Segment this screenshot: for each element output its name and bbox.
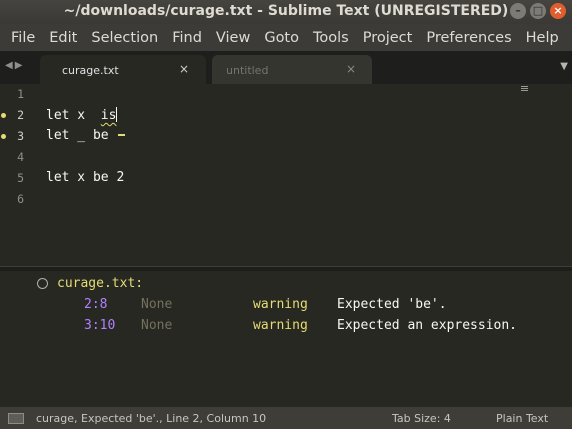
line-number: 3 <box>17 129 24 143</box>
line-number: 2 <box>17 108 24 122</box>
text-cursor <box>116 107 118 122</box>
tab-label: untitled <box>226 64 269 77</box>
tab-nav-arrows-icon[interactable]: ◀▶ <box>5 60 24 71</box>
close-icon[interactable]: × <box>550 3 566 19</box>
code-text: let x be 2 <box>46 170 125 185</box>
title-bar: ~/downloads/curage.txt - Sublime Text (U… <box>0 0 572 24</box>
line-number: 4 <box>17 150 24 164</box>
window-controls: – □ × <box>510 3 566 19</box>
editor-line[interactable]: 4 <box>0 147 572 168</box>
tab-close-icon[interactable]: × <box>346 62 356 76</box>
tab-size-indicator[interactable]: Tab Size: 4 <box>392 412 451 425</box>
lint-level: warning <box>253 297 308 312</box>
menu-file[interactable]: File <box>4 30 42 46</box>
panel-file-name[interactable]: curage.txt: <box>57 276 143 291</box>
error-marker <box>118 134 126 136</box>
menu-find[interactable]: Find <box>165 30 209 46</box>
line-code: let x is <box>46 107 118 123</box>
editor-line[interactable]: 6 <box>0 189 572 210</box>
lint-row[interactable]: 2:8 None warning Expected 'be'. <box>0 297 572 317</box>
menu-goto[interactable]: Goto <box>257 30 306 46</box>
line-number: 6 <box>17 192 24 206</box>
status-message: curage, Expected 'be'., Line 2, Column 1… <box>36 412 267 425</box>
lint-position: 2:8 <box>84 297 108 312</box>
line-code: let _ be <box>46 128 126 143</box>
syntax-indicator[interactable]: Plain Text <box>496 412 548 425</box>
tab-curage[interactable]: curage.txt × <box>40 55 206 84</box>
tab-label: curage.txt <box>62 64 119 77</box>
error-squiggle: is <box>100 108 117 123</box>
tab-untitled[interactable]: untitled × <box>212 55 372 84</box>
maximize-icon[interactable]: □ <box>530 3 546 19</box>
minimize-icon[interactable]: – <box>510 3 526 19</box>
lint-message: Expected an expression. <box>337 318 518 333</box>
lint-output-panel: curage.txt: 2:8 None warning Expected 'b… <box>0 271 572 407</box>
editor-line[interactable]: 2 let x is <box>0 105 572 126</box>
menu-edit[interactable]: Edit <box>42 30 84 46</box>
editor-line[interactable]: 3 let _ be <box>0 126 572 147</box>
code-text: let _ be <box>46 128 117 143</box>
menu-tools[interactable]: Tools <box>306 30 356 46</box>
lint-row[interactable]: 3:10 None warning Expected an expression… <box>0 318 572 338</box>
menu-project[interactable]: Project <box>356 30 420 46</box>
status-bar: curage, Expected 'be'., Line 2, Column 1… <box>0 407 572 429</box>
editor-line[interactable]: 5 let x be 2 <box>0 168 572 189</box>
editor-line[interactable]: 1 <box>0 84 572 105</box>
tab-close-icon[interactable]: × <box>179 62 189 76</box>
line-number: 5 <box>17 171 24 185</box>
menu-preferences[interactable]: Preferences <box>419 30 518 46</box>
lint-code: None <box>141 297 173 312</box>
menu-bar: File Edit Selection Find View Goto Tools… <box>0 24 572 51</box>
line-code: let x be 2 <box>46 170 124 185</box>
modified-dot-icon <box>1 134 6 139</box>
lint-code: None <box>141 318 173 333</box>
modified-dot-icon <box>1 113 6 118</box>
lint-level: warning <box>253 318 308 333</box>
tab-bar: ◀▶ curage.txt × untitled × ▼ <box>0 51 572 84</box>
code-text: let x <box>46 108 101 123</box>
lint-message: Expected 'be'. <box>337 297 447 312</box>
editor-area[interactable]: 1 2 let x is 3 let _ be 4 5 let x be 2 6 <box>0 84 572 266</box>
menu-selection[interactable]: Selection <box>84 30 165 46</box>
line-number: 1 <box>17 87 24 101</box>
panel-toggle-icon[interactable] <box>8 413 24 424</box>
lint-position: 3:10 <box>84 318 116 333</box>
tab-dropdown-icon[interactable]: ▼ <box>560 61 568 72</box>
window-title: ~/downloads/curage.txt - Sublime Text (U… <box>63 3 509 19</box>
file-status-icon <box>37 278 48 289</box>
menu-help[interactable]: Help <box>519 30 566 46</box>
menu-view[interactable]: View <box>209 30 257 46</box>
